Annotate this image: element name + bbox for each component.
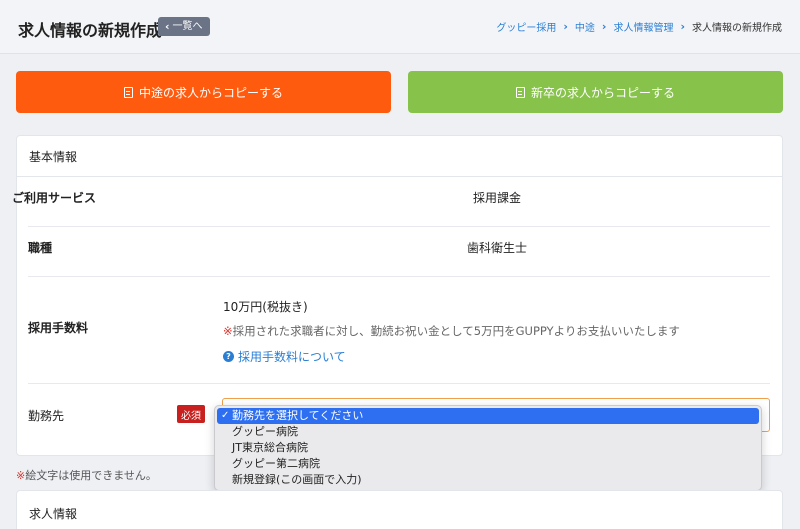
page-title: 求人情報の新規作成 [18, 21, 163, 40]
breadcrumb-chuto[interactable]: 中途 [575, 19, 595, 34]
note-mark: ※ [223, 324, 233, 338]
fee-link-label: 採用手数料について [238, 350, 346, 364]
copy-from-newgrad-button[interactable]: 新卒の求人からコピーする [408, 71, 783, 113]
fee-note: ※採用された求職者に対し、勤続お祝い金として5万円をGUPPYよりお支払いいたし… [223, 323, 680, 339]
workplace-option-placeholder[interactable]: ✓ 勤務先を選択してください [217, 408, 759, 424]
fee-value: 10万円(税抜き) [223, 300, 308, 314]
document-icon [515, 86, 525, 98]
workplace-option-guppy-hospital[interactable]: グッピー病院 [215, 424, 761, 440]
chevron-left-icon: ‹ [165, 20, 170, 33]
breadcrumb-guppy-saiyo[interactable]: グッピー採用 [496, 19, 556, 34]
breadcrumb-current: 求人情報の新規作成 [692, 23, 782, 34]
check-icon: ✓ [221, 410, 230, 421]
chevron-right-icon: › [680, 20, 685, 33]
breadcrumb-job-management[interactable]: 求人情報管理 [613, 19, 673, 34]
question-icon: ? [223, 351, 234, 362]
back-to-list-button[interactable]: ‹ 一覧へ [158, 17, 210, 36]
service-label: ご利用サービス [12, 191, 97, 205]
basic-info-title: 基本情報 [17, 136, 782, 177]
fee-note-text: 採用された求職者に対し、勤続お祝い金として5万円をGUPPYよりお支払いいたしま… [232, 324, 680, 338]
workplace-dropdown[interactable]: ✓ 勤務先を選択してください グッピー病院 JT東京総合病院 グッピー第二病院 新… [214, 405, 762, 491]
job-info-card: 求人情報 [16, 490, 783, 529]
divider [28, 226, 770, 227]
fee-info-link[interactable]: ? 採用手数料について [223, 348, 346, 365]
page-header: 求人情報の新規作成 ‹ 一覧へ グッピー採用 › 中途 › 求人情報管理 › 求… [0, 0, 800, 54]
workplace-label: 勤務先 [28, 409, 65, 423]
chevron-right-icon: › [563, 20, 568, 33]
breadcrumb: グッピー採用 › 中途 › 求人情報管理 › 求人情報の新規作成 [496, 19, 782, 34]
copy-newgrad-label: 新卒の求人からコピーする [530, 85, 675, 100]
workplace-option-jt-tokyo[interactable]: JT東京総合病院 [215, 440, 761, 456]
divider [28, 383, 770, 384]
workplace-option-guppy-second[interactable]: グッピー第二病院 [215, 456, 761, 472]
job-info-title: 求人情報 [29, 507, 78, 521]
divider [28, 276, 770, 277]
required-badge: 必須 [177, 405, 205, 423]
fee-label: 採用手数料 [28, 321, 89, 335]
occupation-value: 歯科衛生士 [467, 241, 528, 255]
service-value: 採用課金 [473, 191, 522, 205]
copy-midcareer-label: 中途の求人からコピーする [138, 85, 283, 100]
chevron-right-icon: › [601, 20, 607, 33]
workplace-option-new-register[interactable]: 新規登録(この画面で入力) [215, 472, 761, 488]
copy-from-midcareer-button[interactable]: 中途の求人からコピーする [16, 71, 391, 113]
note-mark: ※ [16, 469, 26, 482]
occupation-label: 職種 [28, 241, 53, 255]
option-label: 勤務先を選択してください [232, 409, 364, 422]
emoji-note: ※絵文字は使用できません。 [16, 467, 157, 483]
back-button-label: 一覧へ [172, 21, 203, 32]
emoji-note-text: 絵文字は使用できません。 [25, 469, 157, 482]
document-icon [123, 86, 133, 98]
